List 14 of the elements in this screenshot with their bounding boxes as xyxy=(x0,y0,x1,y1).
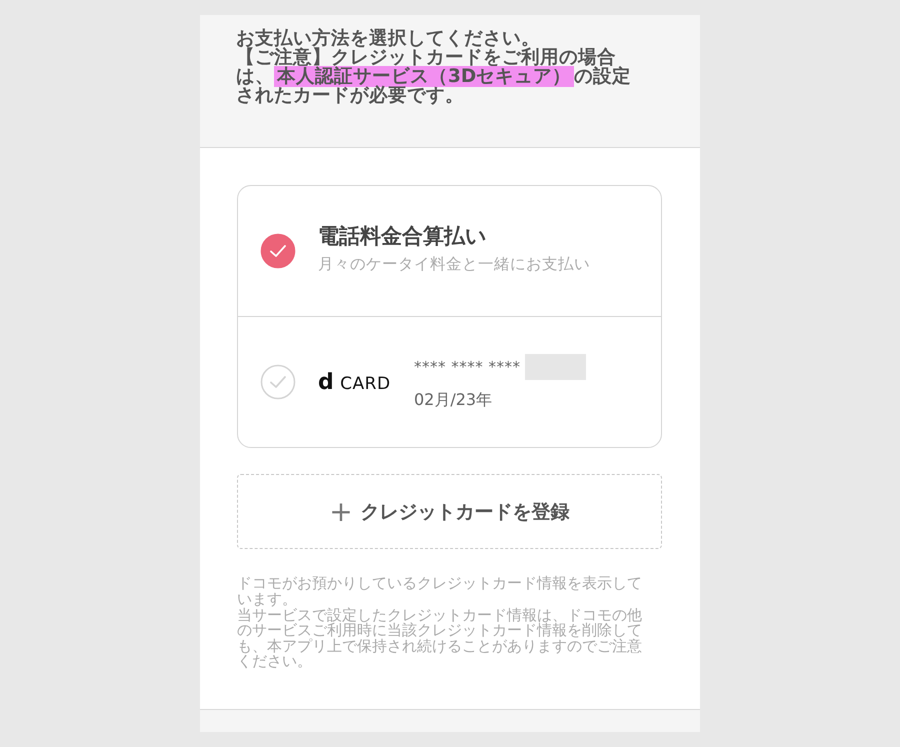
check-icon[interactable] xyxy=(260,233,296,269)
add-card-button[interactable]: + クレジットカードを登録 xyxy=(237,474,662,549)
card-expiry: 02月/23年 xyxy=(414,390,494,410)
card-number: **** **** **** xyxy=(414,358,521,376)
option-subtitle: 月々のケータイ料金と一緒にお支払い xyxy=(318,254,590,274)
redaction-block xyxy=(524,354,586,380)
footnote-text: ドコモがお預かりしているクレジットカード情報を表示して います。 xyxy=(237,576,642,607)
payment-option[interactable]: 電話料金合算払い 月々のケータイ料金と一緒にお支払い xyxy=(238,186,661,316)
option-title: 電話料金合算払い xyxy=(318,222,488,250)
notice-text: お支払い方法を選択してください。 【ご注意】クレジットカードをご利用の場合 は、 本人認証サービス（3Dセキュア） の設定 されたカードが必要です。 xyxy=(236,29,632,105)
footnote-text: 当サービスで設定したクレジットカード情報は、ドコモの他 のサービスご利用時に当該クレジットカード情報を削除して も、本アプリ上で保持され続けることがありますのでご注意 ください。 xyxy=(237,608,642,670)
payment-option[interactable]: d CARD **** **** **** 02月/23年 xyxy=(238,316,661,447)
card-logo: d CARD xyxy=(318,370,392,394)
check-icon[interactable] xyxy=(260,364,296,400)
